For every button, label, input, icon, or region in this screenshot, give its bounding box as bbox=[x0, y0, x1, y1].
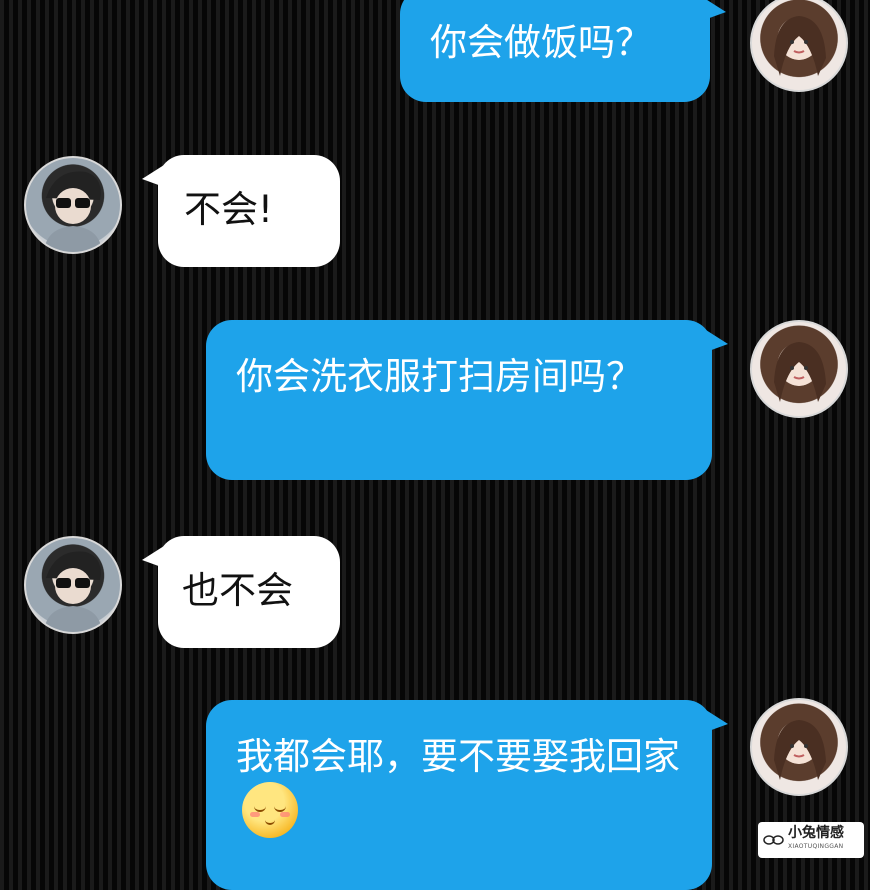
message-text: 你会做饭吗？ bbox=[430, 21, 652, 64]
contact-avatar[interactable] bbox=[24, 536, 122, 634]
message-text: 你会洗衣服打扫房间吗？ bbox=[236, 355, 643, 398]
message-text: 我都会耶，要不要娶我回家 bbox=[236, 732, 682, 841]
message-text-content: 我都会耶，要不要娶我回家 bbox=[236, 735, 680, 778]
boy-face-icon bbox=[44, 171, 102, 252]
girl-face-icon bbox=[774, 342, 826, 402]
sender-avatar[interactable] bbox=[750, 320, 848, 418]
message-bubble-sent[interactable]: 你会做饭吗？ bbox=[400, 0, 726, 102]
girl-face-icon bbox=[774, 720, 826, 780]
bubble-tail bbox=[142, 165, 164, 187]
sender-avatar[interactable] bbox=[750, 0, 848, 92]
bubble-tail bbox=[706, 710, 728, 732]
message-text: 也不会 bbox=[182, 569, 293, 612]
bubble-tail bbox=[142, 546, 164, 568]
message-text: 不会! bbox=[184, 188, 273, 231]
message-bubble-received[interactable]: 不会! bbox=[142, 155, 340, 267]
sender-avatar[interactable] bbox=[750, 698, 848, 796]
blushing-smile-emoji bbox=[242, 782, 298, 838]
bubble-tail bbox=[706, 330, 728, 352]
boy-face-icon bbox=[44, 551, 102, 632]
rabbit-logo-icon bbox=[763, 835, 784, 845]
girl-face-icon bbox=[774, 16, 826, 76]
watermark-subtitle: XIAOTUQINGGAN bbox=[788, 843, 844, 850]
bubble-tail bbox=[704, 0, 726, 20]
message-bubble-sent[interactable]: 我都会耶，要不要娶我回家 bbox=[206, 700, 728, 890]
contact-avatar[interactable] bbox=[24, 156, 122, 254]
message-bubble-received[interactable]: 也不会 bbox=[142, 536, 340, 648]
watermark: 小兔情感 XIAOTUQINGGAN bbox=[758, 822, 864, 858]
watermark-title: 小兔情感 bbox=[788, 825, 844, 841]
message-bubble-sent[interactable]: 你会洗衣服打扫房间吗？ bbox=[206, 320, 728, 480]
